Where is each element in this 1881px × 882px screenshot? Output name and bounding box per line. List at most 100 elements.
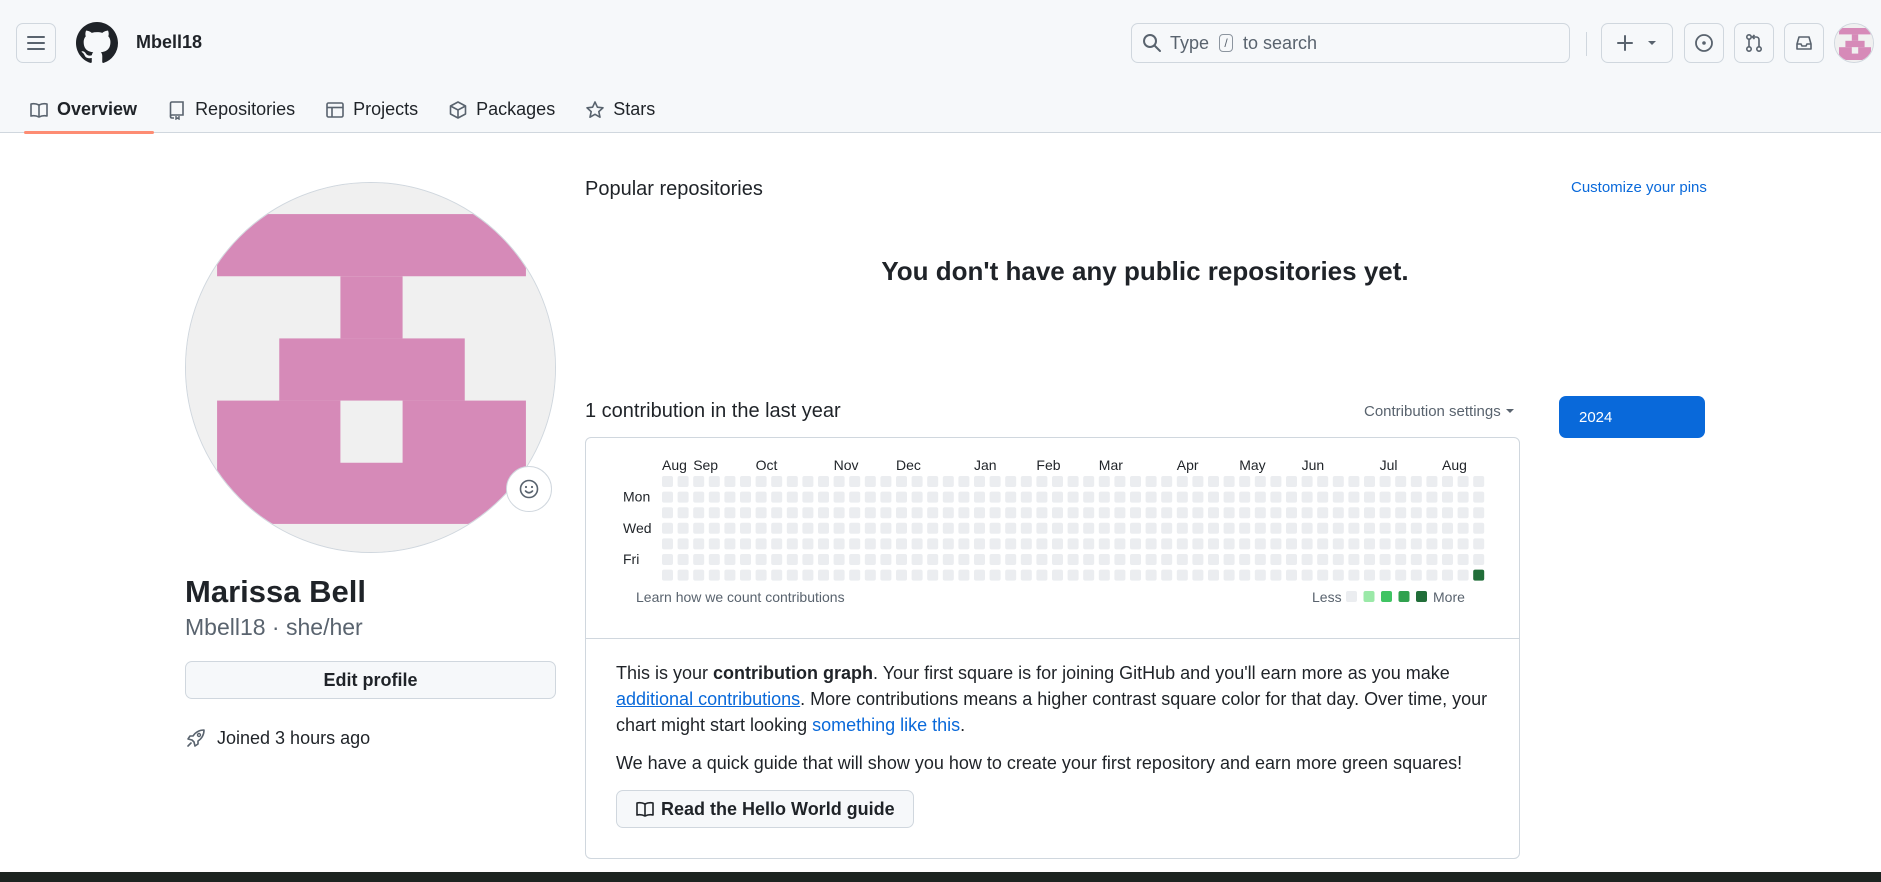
contribution-day[interactable] [755,569,767,581]
pull-requests-button[interactable] [1734,23,1774,63]
contribution-day[interactable] [755,491,767,503]
contribution-day[interactable] [1176,476,1188,487]
contribution-day[interactable] [693,491,705,503]
contribution-day[interactable] [1083,491,1095,503]
inbox-button[interactable] [1784,23,1824,63]
contribution-day[interactable] [1036,522,1048,534]
contribution-day[interactable] [1036,507,1048,519]
contribution-day[interactable] [989,507,1001,519]
contribution-day[interactable] [1379,554,1391,565]
contribution-day[interactable] [802,538,814,550]
contribution-day[interactable] [1410,491,1422,503]
contribution-day[interactable] [1208,538,1219,550]
contribution-day[interactable] [1379,476,1391,487]
contribution-day[interactable] [989,569,1001,581]
contribution-day[interactable] [849,476,861,487]
contribution-day[interactable] [740,491,751,503]
contribution-day[interactable] [864,554,876,565]
contribution-day[interactable] [1286,476,1297,487]
contribution-day[interactable] [1067,522,1079,534]
contribution-day[interactable] [1286,538,1297,550]
contribution-day[interactable] [1301,554,1313,565]
contribution-day[interactable] [1223,522,1235,534]
contribution-day[interactable] [818,476,829,487]
contribution-day[interactable] [1301,507,1313,519]
contribution-day[interactable] [1239,522,1251,534]
contribution-day[interactable] [677,522,689,534]
contribution-day[interactable] [1239,491,1251,503]
contribution-day[interactable] [989,476,1001,487]
tab-stars[interactable]: Stars [570,86,670,133]
contribution-day[interactable] [864,569,876,581]
contribution-day[interactable] [740,507,751,519]
contribution-day[interactable] [662,538,673,550]
contribution-day[interactable] [958,538,970,550]
contribution-day[interactable] [1067,507,1079,519]
contribution-day[interactable] [896,507,907,519]
contribution-day[interactable] [1005,507,1017,519]
github-logo-icon[interactable] [76,22,118,64]
contribution-day[interactable] [1426,554,1438,565]
contribution-day[interactable] [974,507,985,519]
contribution-day[interactable] [1473,569,1485,581]
contribution-day[interactable] [1083,507,1095,519]
contribution-day[interactable] [1130,538,1141,550]
contribution-day[interactable] [786,491,798,503]
contribution-day[interactable] [1161,476,1173,487]
contribution-day[interactable] [1410,507,1422,519]
contribution-day[interactable] [1286,554,1297,565]
contribution-day[interactable] [1145,538,1157,550]
contribution-day[interactable] [1332,538,1344,550]
contribution-day[interactable] [911,476,923,487]
contribution-day[interactable] [771,522,783,534]
contribution-day[interactable] [927,569,939,581]
contribution-day[interactable] [1114,491,1126,503]
contribution-day[interactable] [1067,491,1079,503]
contribution-day[interactable] [1052,554,1063,565]
contribution-day[interactable] [1176,538,1188,550]
contribution-day[interactable] [724,554,736,565]
create-new-button[interactable] [1601,23,1673,63]
contribution-day[interactable] [1114,569,1126,581]
contribution-day[interactable] [1020,569,1032,581]
user-avatar-menu[interactable] [1834,23,1874,63]
contribution-day[interactable] [880,569,892,581]
contribution-day[interactable] [1176,569,1188,581]
contribution-day[interactable] [1145,569,1157,581]
contribution-day[interactable] [1364,476,1375,487]
contribution-day[interactable] [771,554,783,565]
contribution-day[interactable] [849,522,861,534]
contribution-day[interactable] [1301,538,1313,550]
contribution-day[interactable] [1114,507,1126,519]
contribution-day[interactable] [1332,569,1344,581]
contribution-day[interactable] [1426,476,1438,487]
tab-packages[interactable]: Packages [433,86,570,133]
contribution-day[interactable] [1457,491,1469,503]
contribution-day[interactable] [942,507,954,519]
contribution-day[interactable] [771,538,783,550]
contribution-day[interactable] [1208,522,1219,534]
contribution-day[interactable] [864,476,876,487]
contribution-day[interactable] [833,538,845,550]
contribution-day[interactable] [1067,538,1079,550]
contribution-day[interactable] [974,522,985,534]
contribution-day[interactable] [1473,522,1485,534]
contribution-day[interactable] [1130,507,1141,519]
contribution-day[interactable] [1457,569,1469,581]
contribution-day[interactable] [1052,569,1063,581]
contribution-day[interactable] [693,538,705,550]
contribution-day[interactable] [693,554,705,565]
contribution-day[interactable] [1442,538,1453,550]
contribution-day[interactable] [1254,538,1266,550]
contribution-settings-dropdown[interactable]: Contribution settings [1364,403,1515,420]
contribution-day[interactable] [1332,476,1344,487]
contribution-day[interactable] [833,569,845,581]
contribution-day[interactable] [755,554,767,565]
contribution-day[interactable] [849,507,861,519]
contribution-day[interactable] [989,491,1001,503]
contribution-day[interactable] [880,476,892,487]
contribution-day[interactable] [1270,491,1282,503]
contribution-day[interactable] [1223,491,1235,503]
contribution-day[interactable] [1364,554,1375,565]
contribution-day[interactable] [1317,491,1329,503]
